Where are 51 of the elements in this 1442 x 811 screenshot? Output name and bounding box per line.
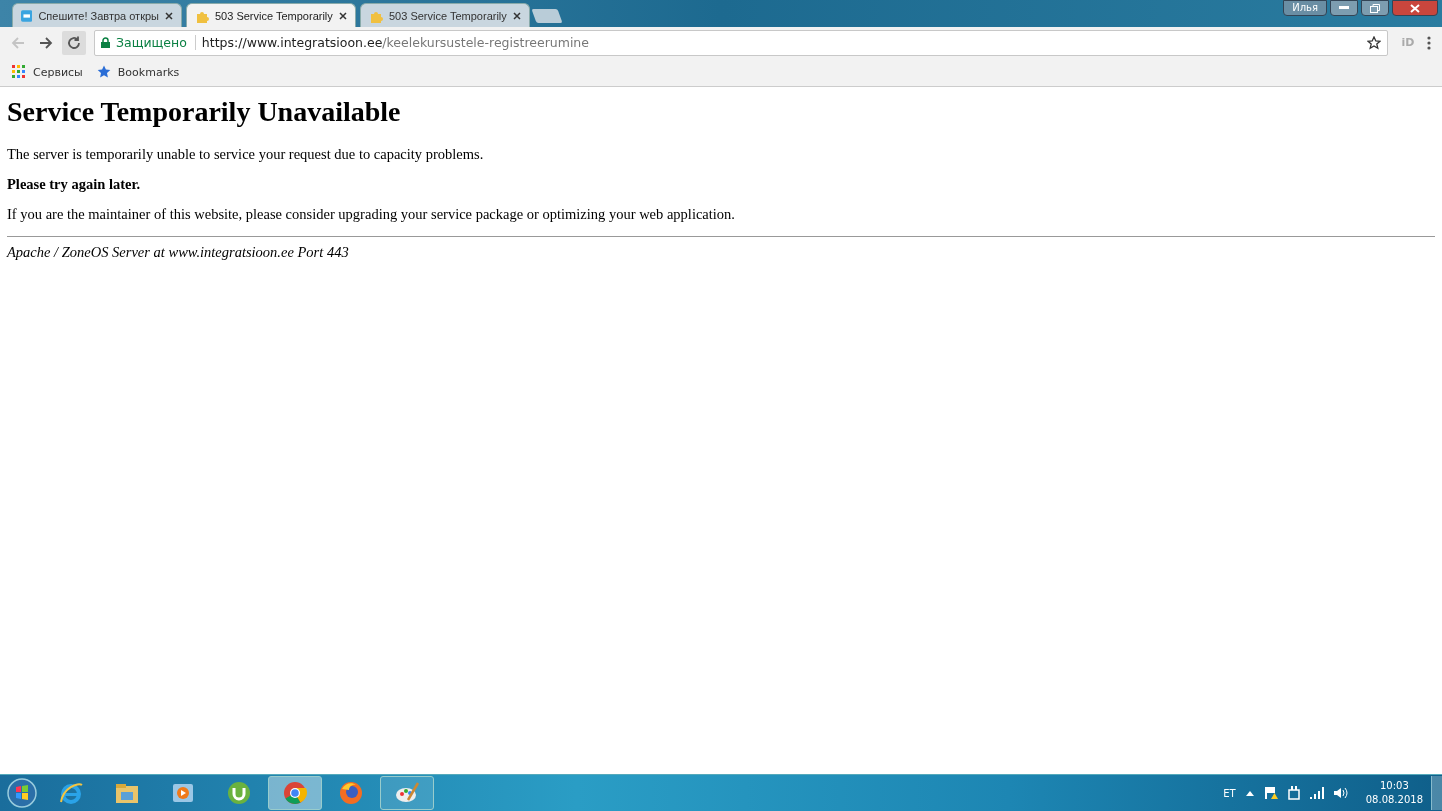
pm-logo-icon: [21, 8, 33, 23]
start-orb-icon[interactable]: [7, 778, 37, 808]
restore-button[interactable]: [1361, 0, 1389, 16]
close-icon[interactable]: [339, 11, 347, 20]
server-signature: Apache / ZoneOS Server at www.integratsioon.ee Port 443: [7, 244, 350, 261]
date-text: 08.08.2018: [1365, 793, 1423, 807]
fox-globe-icon: [338, 780, 364, 806]
reload-button[interactable]: [62, 30, 86, 55]
tab-title: Спешите! Завтра откры: [38, 9, 159, 22]
page-heading: Service Temporarily Unavailable: [7, 96, 402, 128]
torrent-icon: [226, 780, 252, 806]
bookmark-item[interactable]: Сервисы: [12, 65, 83, 79]
bookmark-label: Сервисы: [33, 65, 83, 79]
close-icon[interactable]: [513, 11, 521, 20]
clock[interactable]: 10:03 08.08.2018: [1365, 779, 1423, 807]
language-indicator[interactable]: ET: [1223, 787, 1236, 799]
star-outline-icon[interactable]: [1367, 35, 1381, 50]
time-text: 10:03: [1379, 779, 1409, 793]
chrome-icon: [282, 780, 308, 806]
speaker-icon[interactable]: [1333, 787, 1348, 799]
browser-e-icon: [58, 780, 84, 806]
flag-warning-icon[interactable]: [1263, 786, 1278, 800]
bookmark-item[interactable]: Bookmarks: [96, 65, 180, 79]
lock-icon: [101, 37, 110, 48]
paragraph: The server is temporarily unable to service your request due to capacity problems.: [7, 146, 485, 163]
apps-grid-icon: [12, 65, 26, 79]
reload-icon: [66, 34, 82, 51]
signal-bars-icon[interactable]: [1309, 787, 1324, 799]
tab-title: 503 Service Temporarily: [215, 9, 333, 22]
browser-tab[interactable]: 503 Service Temporarily: [360, 3, 530, 27]
forward-icon[interactable]: [38, 34, 54, 51]
minimize-button[interactable]: [1330, 0, 1358, 16]
browser-tab[interactable]: Спешите! Завтра откры: [12, 3, 182, 27]
close-icon: [1410, 3, 1420, 13]
minimize-icon: [1339, 6, 1349, 10]
security-label: Защищено: [116, 35, 196, 50]
paragraph: Please try again later.: [7, 176, 142, 193]
star-icon: [96, 65, 111, 79]
power-plug-icon[interactable]: [1287, 786, 1300, 800]
close-icon[interactable]: [165, 11, 173, 20]
browser-tab[interactable]: 503 Service Temporarily: [186, 3, 356, 27]
address-bar[interactable]: Защищено https://www.integratsioon.ee/keelekursustele-registreerumine: [94, 29, 1388, 56]
url-text: https://www.integratsioon.ee/keelekursustele-registreerumine: [201, 35, 590, 50]
bookmark-label: Bookmarks: [117, 65, 180, 79]
close-button[interactable]: [1392, 0, 1438, 16]
taskbar-button[interactable]: [380, 776, 434, 810]
new-tab-button[interactable]: [531, 9, 563, 23]
paragraph: If you are the maintainer of this website, please consider upgrading your service package or optimizing your web application.: [7, 206, 736, 223]
tab-title: 503 Service Temporarily: [389, 9, 507, 22]
restore-icon: [1370, 3, 1380, 13]
show-hidden-icons-icon[interactable]: [1245, 790, 1254, 796]
